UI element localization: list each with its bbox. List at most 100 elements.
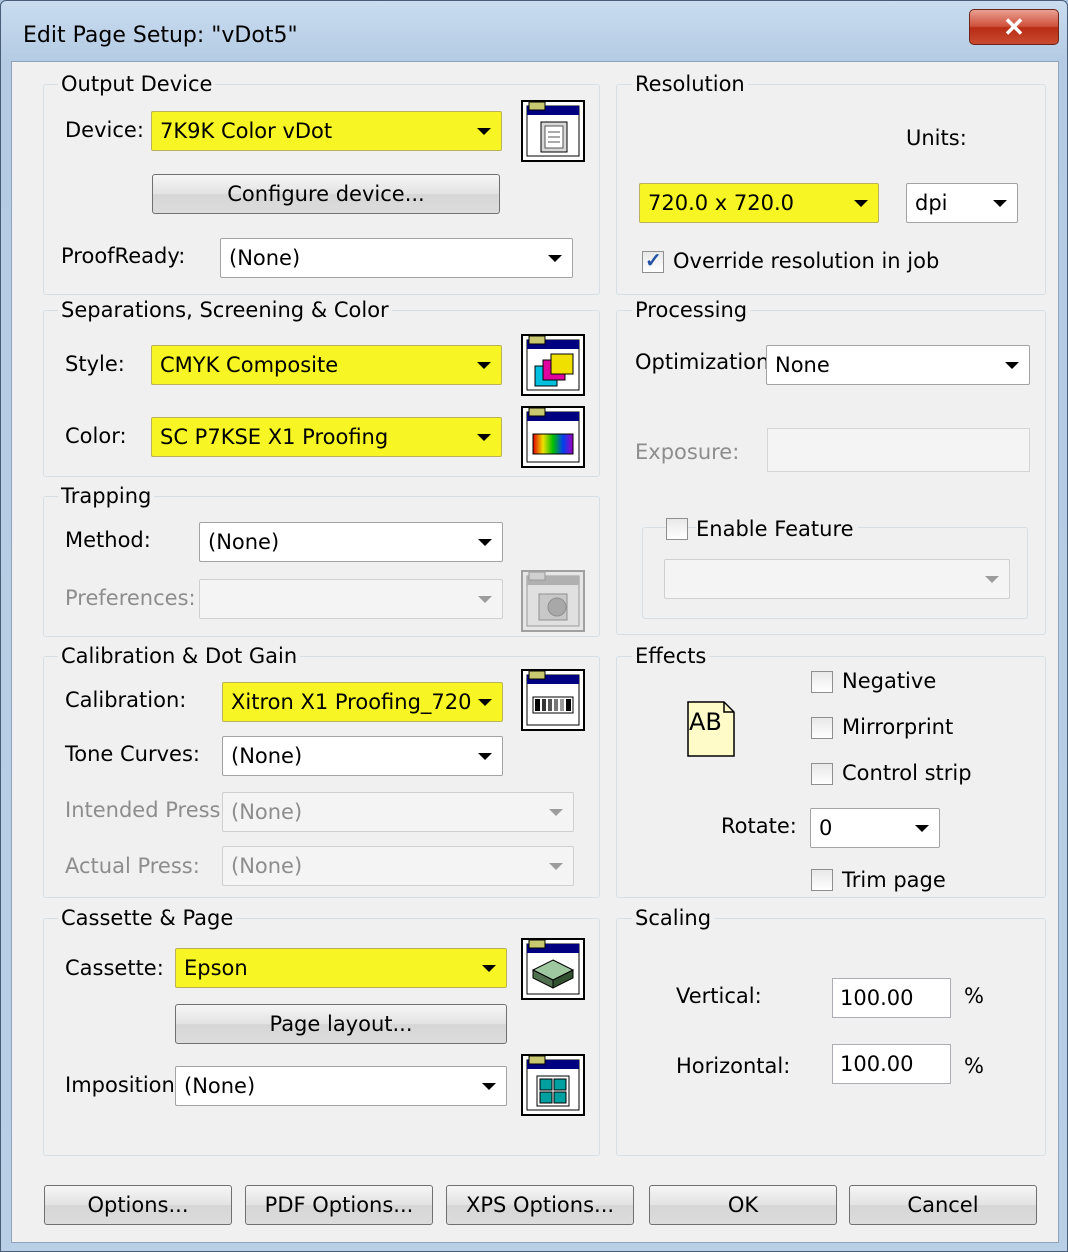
method-select[interactable]: (None) bbox=[199, 522, 503, 562]
enable-feature-checkbox[interactable] bbox=[666, 518, 688, 540]
chevron-down-icon bbox=[482, 965, 496, 972]
chevron-down-icon bbox=[1005, 362, 1019, 369]
output-device-title: Output Device bbox=[58, 72, 216, 96]
override-resolution-label: Override resolution in job bbox=[673, 249, 940, 273]
style-value: CMYK Composite bbox=[160, 353, 339, 377]
vertical-value: 100.00 bbox=[840, 986, 914, 1010]
scaling-group bbox=[616, 918, 1046, 1156]
chevron-down-icon bbox=[854, 200, 868, 207]
configure-device-button[interactable]: Configure device... bbox=[152, 174, 500, 214]
imposition-label: Imposition: bbox=[65, 1073, 182, 1097]
tone-curves-select[interactable]: (None) bbox=[222, 736, 503, 776]
chevron-down-icon bbox=[477, 128, 491, 135]
trim-page-checkbox[interactable] bbox=[811, 869, 833, 891]
resolution-value: 720.0 x 720.0 bbox=[648, 191, 795, 215]
intended-press-label: Intended Press: bbox=[65, 798, 228, 822]
resolution-select[interactable]: 720.0 x 720.0 bbox=[639, 183, 879, 223]
imposition-select[interactable]: (None) bbox=[175, 1066, 507, 1106]
style-select[interactable]: CMYK Composite bbox=[151, 345, 502, 385]
chevron-down-icon bbox=[993, 200, 1007, 207]
control-strip-checkbox[interactable] bbox=[811, 763, 833, 785]
title-bar[interactable]: Edit Page Setup: "vDot5" ✕ bbox=[1, 1, 1067, 63]
page-layout-button[interactable]: Page layout... bbox=[175, 1004, 507, 1044]
method-label: Method: bbox=[65, 528, 151, 552]
optimization-value: None bbox=[775, 353, 830, 377]
cassette-settings-button[interactable] bbox=[521, 938, 585, 1000]
imposition-settings-button[interactable] bbox=[521, 1054, 585, 1116]
cassette-title: Cassette & Page bbox=[58, 906, 237, 930]
options-button[interactable]: Options... bbox=[44, 1185, 232, 1225]
mirrorprint-checkbox[interactable] bbox=[811, 717, 833, 739]
chevron-down-icon bbox=[477, 434, 491, 441]
separations-title: Separations, Screening & Color bbox=[58, 298, 392, 322]
ok-button[interactable]: OK bbox=[649, 1185, 837, 1225]
device-settings-button[interactable] bbox=[521, 100, 585, 162]
method-value: (None) bbox=[208, 530, 280, 554]
calibration-settings-icon bbox=[526, 671, 580, 726]
chevron-down-icon bbox=[985, 576, 999, 583]
exposure-label: Exposure: bbox=[635, 440, 740, 464]
cassette-label: Cassette: bbox=[65, 956, 164, 980]
calibration-label: Calibration: bbox=[65, 688, 187, 712]
device-select[interactable]: 7K9K Color vDot bbox=[151, 111, 502, 151]
override-resolution-checkbox[interactable] bbox=[642, 248, 664, 273]
chevron-down-icon bbox=[549, 809, 563, 816]
tone-curves-value: (None) bbox=[231, 744, 303, 768]
mirrorprint-label: Mirrorprint bbox=[842, 715, 954, 739]
imposition-value: (None) bbox=[184, 1074, 256, 1098]
preferences-select[interactable] bbox=[199, 579, 503, 619]
proofready-value: (None) bbox=[229, 246, 301, 270]
device-label: Device: bbox=[65, 118, 144, 142]
actual-press-label: Actual Press: bbox=[65, 854, 200, 878]
chevron-down-icon bbox=[549, 863, 563, 870]
color-value: SC P7KSE X1 Proofing bbox=[160, 425, 389, 449]
negative-label: Negative bbox=[842, 669, 937, 693]
page-preview-icon: AB bbox=[686, 700, 736, 758]
rotate-select[interactable]: 0 bbox=[810, 808, 940, 848]
chevron-down-icon bbox=[477, 362, 491, 369]
window-title: Edit Page Setup: "vDot5" bbox=[23, 23, 298, 48]
enable-feature-label: Enable Feature bbox=[696, 517, 858, 541]
proofready-select[interactable]: (None) bbox=[220, 238, 573, 278]
calibration-select[interactable]: Xitron X1 Proofing_720 bbox=[222, 682, 503, 722]
trap-preferences-icon bbox=[526, 572, 580, 627]
device-settings-icon bbox=[526, 102, 580, 157]
chevron-down-icon bbox=[478, 699, 492, 706]
color-select[interactable]: SC P7KSE X1 Proofing bbox=[151, 417, 502, 457]
trap-preferences-button[interactable] bbox=[521, 570, 585, 632]
calibration-value: Xitron X1 Proofing_720 bbox=[231, 690, 472, 714]
intended-press-value: (None) bbox=[231, 800, 303, 824]
cancel-button[interactable]: Cancel bbox=[849, 1185, 1037, 1225]
exposure-input[interactable] bbox=[767, 428, 1030, 472]
xps-options-button[interactable]: XPS Options... bbox=[446, 1185, 634, 1225]
proofready-label: ProofReady: bbox=[61, 244, 186, 268]
vertical-input[interactable]: 100.00 bbox=[832, 978, 951, 1018]
horizontal-label: Horizontal: bbox=[676, 1054, 791, 1078]
units-select[interactable]: dpi bbox=[906, 183, 1018, 223]
trapping-title: Trapping bbox=[58, 484, 155, 508]
actual-press-select[interactable]: (None) bbox=[222, 846, 574, 886]
horizontal-input[interactable]: 100.00 bbox=[832, 1044, 951, 1084]
processing-title: Processing bbox=[632, 298, 751, 322]
calibration-title: Calibration & Dot Gain bbox=[58, 644, 301, 668]
scaling-title: Scaling bbox=[632, 906, 715, 930]
feature-select[interactable] bbox=[664, 559, 1010, 599]
units-label: Units: bbox=[906, 126, 967, 150]
cassette-select[interactable]: Epson bbox=[175, 948, 507, 988]
intended-press-select[interactable]: (None) bbox=[222, 792, 574, 832]
calibration-settings-button[interactable] bbox=[521, 669, 585, 731]
horizontal-unit: % bbox=[964, 1054, 984, 1078]
color-label: Color: bbox=[65, 424, 127, 448]
actual-press-value: (None) bbox=[231, 854, 303, 878]
units-value: dpi bbox=[915, 191, 948, 215]
close-button[interactable]: ✕ bbox=[969, 9, 1059, 45]
dialog-window: Edit Page Setup: "vDot5" ✕ Output Device… bbox=[0, 0, 1068, 1252]
imposition-settings-icon bbox=[526, 1056, 580, 1111]
resolution-title: Resolution bbox=[632, 72, 748, 96]
style-settings-button[interactable] bbox=[521, 334, 585, 396]
vertical-label: Vertical: bbox=[676, 984, 762, 1008]
optimization-select[interactable]: None bbox=[766, 345, 1030, 385]
negative-checkbox[interactable] bbox=[811, 671, 833, 693]
color-settings-button[interactable] bbox=[521, 406, 585, 468]
pdf-options-button[interactable]: PDF Options... bbox=[245, 1185, 433, 1225]
